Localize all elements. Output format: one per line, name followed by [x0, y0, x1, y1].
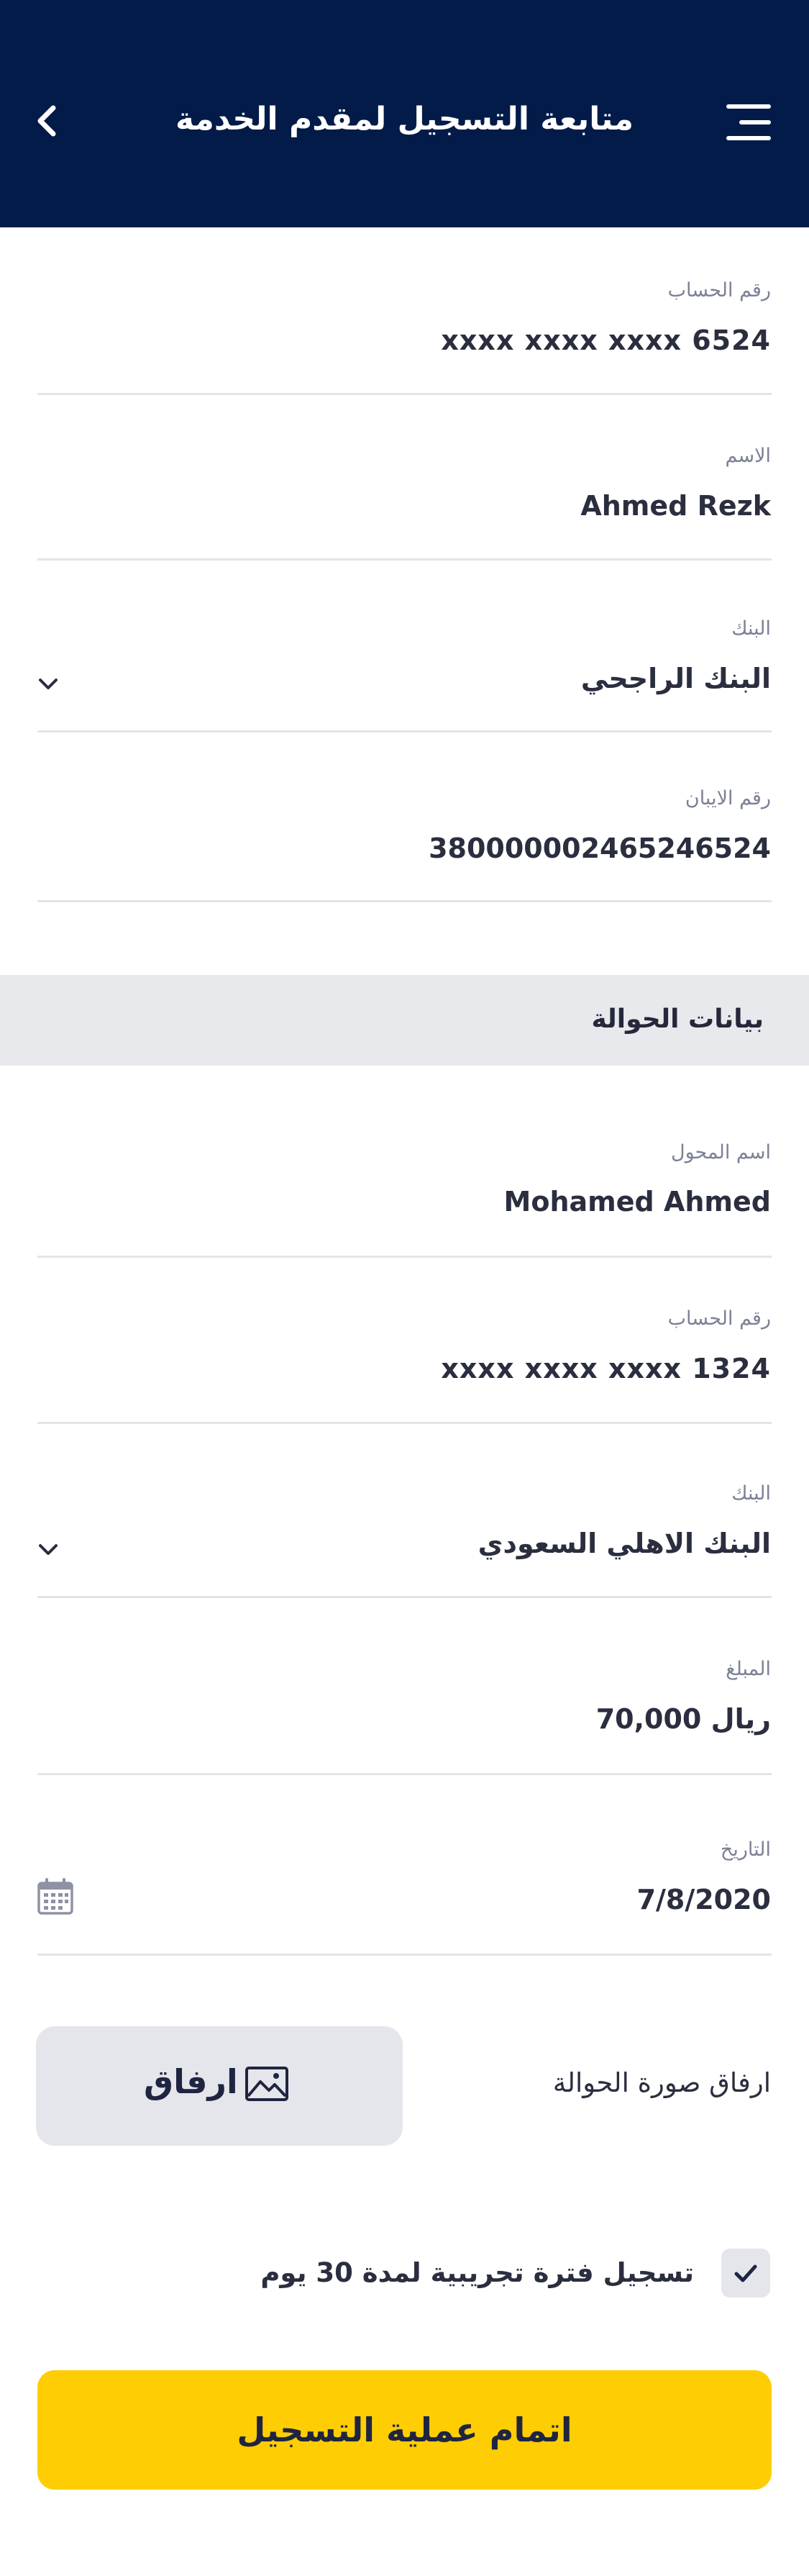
bank-label: البنك — [731, 617, 771, 640]
menu-button[interactable] — [723, 102, 772, 142]
trial-checkbox[interactable] — [721, 2249, 770, 2298]
divider — [37, 1256, 772, 1258]
transfer-account-number-label: رقم الحساب — [667, 1307, 771, 1330]
date-value[interactable]: 7/8/2020 — [637, 1882, 771, 1918]
divider — [37, 900, 772, 902]
iban-label: رقم الايبان — [685, 787, 771, 809]
menu-icon — [726, 104, 771, 140]
sender-name-label: اسم المحول — [670, 1141, 771, 1164]
divider — [37, 1954, 772, 1956]
divider — [37, 730, 772, 733]
transfer-bank-dropdown-chevron[interactable] — [36, 1538, 60, 1560]
sender-name-value: Mohamed Ahmed — [503, 1186, 771, 1217]
amount-value: 70,000 ريال — [595, 1703, 771, 1735]
account-number-label: رقم الحساب — [667, 279, 771, 301]
image-icon[interactable] — [244, 2066, 289, 2102]
bank-dropdown-chevron[interactable] — [36, 673, 60, 694]
checkmark-icon — [734, 2264, 757, 2282]
submit-button-label[interactable]: اتمام عملية التسجيل — [37, 2405, 772, 2454]
date-label: التاريخ — [720, 1838, 771, 1861]
account-number-value: xxxx xxxx xxxx 6524 — [441, 325, 771, 356]
attach-button-label[interactable]: ارفاق — [144, 2060, 238, 2103]
bank-select-value[interactable]: البنك الراجحي — [581, 661, 771, 697]
trial-label[interactable]: تسجيل فترة تجريبية لمدة 30 يوم — [260, 2255, 694, 2291]
amount-label: المبلغ — [726, 1658, 771, 1680]
divider — [37, 558, 772, 561]
calendar-icon[interactable] — [36, 1877, 75, 1916]
iban-value: 380000002465246524 — [429, 833, 771, 864]
divider — [37, 1596, 772, 1598]
transfer-bank-select-value[interactable]: البنك الاهلي السعودي — [478, 1525, 771, 1561]
page-title: متابعة التسجيل لمقدم الخدمة — [175, 101, 634, 137]
chevron-down-icon — [39, 1544, 58, 1555]
divider — [37, 393, 772, 395]
name-value: Ahmed Rezk — [580, 490, 771, 522]
divider — [37, 1422, 772, 1424]
divider — [37, 1773, 772, 1775]
attachment-label: ارفاق صورة الحوالة — [552, 2067, 771, 2098]
chevron-down-icon — [39, 679, 58, 689]
section-title: بيانات الحوالة — [591, 1004, 764, 1034]
transfer-bank-label: البنك — [731, 1482, 771, 1505]
name-label: الاسم — [725, 445, 772, 467]
transfer-account-number-value: xxxx xxxx xxxx 1324 — [441, 1353, 771, 1384]
